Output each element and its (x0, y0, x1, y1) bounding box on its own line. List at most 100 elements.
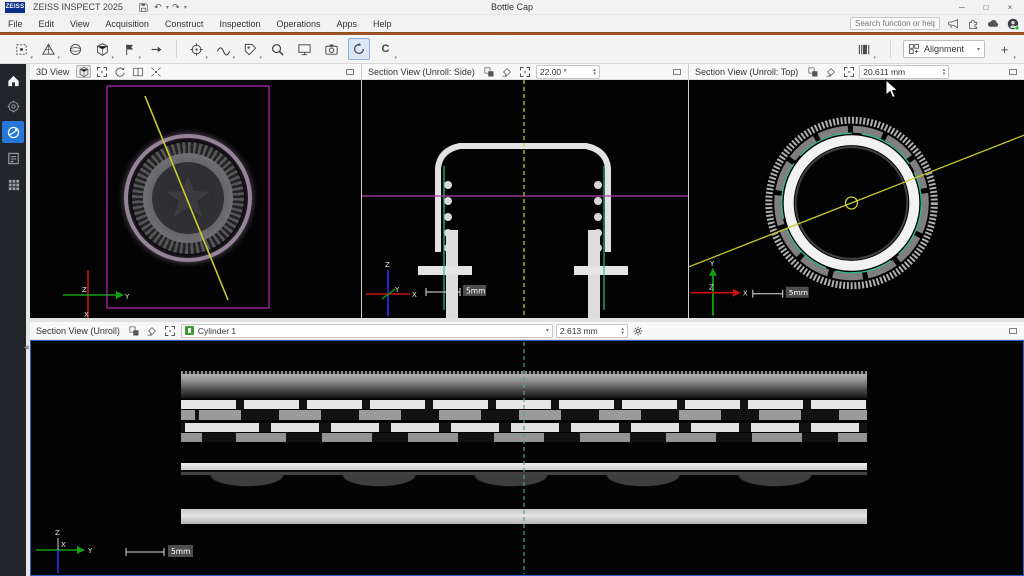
zoom-fit-icon[interactable] (163, 324, 178, 337)
section-top-overlay: Y X Z 5mm (689, 80, 1024, 318)
panel-title: Section View (Unroll: Side) (368, 67, 475, 77)
zoom-fit-icon[interactable] (94, 65, 109, 78)
element-dropdown[interactable]: Cylinder 1 ▾ (181, 324, 553, 338)
section-unroll-canvas[interactable]: Z Y X 5mm (30, 340, 1024, 576)
svg-text:Y: Y (394, 286, 400, 294)
cylinder-badge-icon (185, 326, 194, 335)
menu-bar: File Edit View Acquisition Construct Ins… (0, 15, 1024, 32)
menu-construct[interactable]: Construct (157, 17, 212, 31)
maximize-button[interactable]: □ (974, 0, 998, 14)
svg-text:Z: Z (385, 261, 390, 269)
tool-display-icon[interactable] (294, 38, 316, 60)
unroll-icon[interactable] (823, 65, 838, 78)
title-bar: ZEISS ZEISS INSPECT 2025 ↶ ▾ ↷ ▾ Bottle … (0, 0, 1024, 15)
sidebar-item-apps[interactable] (2, 173, 24, 195)
chevron-down-icon: ▾ (977, 46, 980, 53)
minimize-button[interactable]: ─ (950, 0, 974, 14)
redo-button[interactable]: ↷ (169, 1, 183, 13)
tool-section-icon[interactable]: ▾ (213, 38, 235, 60)
section-plane-icon[interactable] (805, 65, 820, 78)
svg-text:Z: Z (82, 286, 87, 294)
tool-refresh-icon[interactable] (348, 38, 370, 60)
collapse-arrow-icon[interactable]: ◀ (24, 344, 29, 351)
tool-probe-icon[interactable]: ▾ (11, 38, 33, 60)
addons-icon[interactable] (966, 17, 980, 31)
tool-snapshot-icon[interactable] (321, 38, 343, 60)
unroll-icon[interactable] (145, 324, 160, 337)
section-unroll-overlay: Z Y X 5mm (31, 341, 1023, 575)
alignment-dropdown[interactable]: Alignment ▾ (903, 40, 985, 58)
center-view-icon[interactable] (148, 65, 163, 78)
maximize-panel-icon[interactable] (1005, 65, 1020, 78)
section-plane-icon[interactable] (127, 324, 142, 337)
menu-acquisition[interactable]: Acquisition (97, 17, 157, 31)
section-top-canvas[interactable]: Y X Z 5mm (689, 80, 1024, 318)
tool-compare-button[interactable]: C▾ (375, 38, 397, 60)
panel-title: Section View (Unroll) (36, 326, 120, 336)
zoom-fit-icon[interactable] (518, 65, 533, 78)
sidebar-item-report[interactable] (2, 147, 24, 169)
menu-inspection[interactable]: Inspection (211, 17, 268, 31)
tool-arrow-icon[interactable] (146, 38, 168, 60)
panel-section-top: Section View (Unroll: Top) 20.611 mm ▴▾ (689, 64, 1024, 318)
zoom-fit-icon[interactable] (841, 65, 856, 78)
view-3d-canvas[interactable]: Z Y X (30, 80, 361, 318)
tool-point-icon[interactable]: ▾ (119, 38, 141, 60)
tool-target-icon[interactable]: ▾ (186, 38, 208, 60)
offset-spinner[interactable]: 20.611 mm ▴▾ (859, 65, 949, 79)
svg-text:Y: Y (87, 547, 93, 555)
unroll-settings-gear-icon[interactable] (631, 324, 646, 337)
tool-zoom-icon[interactable] (267, 38, 289, 60)
tool-barcode-icon[interactable]: ▾ (854, 38, 876, 60)
panel-title: 3D View (36, 67, 69, 77)
announcements-icon[interactable] (946, 17, 960, 31)
app-title: ZEISS INSPECT 2025 (33, 2, 123, 12)
section-plane-icon[interactable] (482, 65, 497, 78)
menu-view[interactable]: View (62, 17, 97, 31)
tool-label-icon[interactable]: ▾ (240, 38, 262, 60)
section-side-canvas[interactable]: Z X Y 5mm (362, 80, 688, 318)
save-button[interactable] (137, 1, 151, 13)
menu-help[interactable]: Help (365, 17, 400, 31)
sidebar-item-inspection[interactable] (2, 121, 24, 143)
menu-operations[interactable]: Operations (268, 17, 328, 31)
unroll-icon[interactable] (500, 65, 515, 78)
tool-sphere-icon[interactable] (65, 38, 87, 60)
tool-cad-icon[interactable]: ▾ (92, 38, 114, 60)
svg-text:5mm: 5mm (789, 288, 808, 297)
sidebar-item-home[interactable] (2, 69, 24, 91)
maximize-panel-icon[interactable] (1005, 324, 1020, 337)
svg-text:Z: Z (709, 284, 714, 292)
cloud-icon[interactable] (986, 17, 1000, 31)
undo-button[interactable]: ↶ (151, 1, 165, 13)
angle-spinner[interactable]: 22.00 ° ▴▾ (536, 65, 600, 79)
svg-text:X: X (743, 290, 748, 298)
view-cube-icon[interactable] (76, 65, 91, 78)
menu-apps[interactable]: Apps (329, 17, 366, 31)
search-input[interactable] (850, 17, 940, 30)
maximize-panel-icon[interactable] (342, 65, 357, 78)
redo-caret-icon[interactable]: ▾ (184, 4, 187, 11)
panel-3d-view: 3D View (30, 64, 361, 318)
section-side-overlay: Z X Y 5mm (362, 80, 688, 318)
svg-text:5mm: 5mm (466, 287, 485, 296)
sidebar-item-digitize[interactable] (2, 95, 24, 117)
close-button[interactable]: × (998, 0, 1022, 14)
maximize-panel-icon[interactable] (669, 65, 684, 78)
alignment-icon (908, 43, 920, 55)
split-view-icon[interactable] (130, 65, 145, 78)
svg-text:Z: Z (55, 529, 60, 537)
menu-file[interactable]: File (0, 17, 31, 31)
svg-text:5mm: 5mm (171, 547, 190, 556)
svg-text:X: X (61, 541, 66, 549)
panel-section-unroll: Section View (Unroll) Cylinder 1 ▾ 2.613… (30, 322, 1024, 576)
tool-mesh-icon[interactable]: ▾ (38, 38, 60, 60)
thickness-spinner[interactable]: 2.613 mm ▴▾ (556, 324, 628, 338)
user-avatar[interactable] (1006, 17, 1020, 31)
view-3d-overlay: Z Y X (30, 80, 361, 318)
menu-edit[interactable]: Edit (31, 17, 63, 31)
panel-section-side: Section View (Unroll: Side) 22.00 ° ▴▾ (362, 64, 688, 318)
rotate-view-icon[interactable] (112, 65, 127, 78)
panel-title: Section View (Unroll: Top) (695, 67, 798, 77)
add-alignment-button[interactable]: +▾ (994, 38, 1016, 60)
